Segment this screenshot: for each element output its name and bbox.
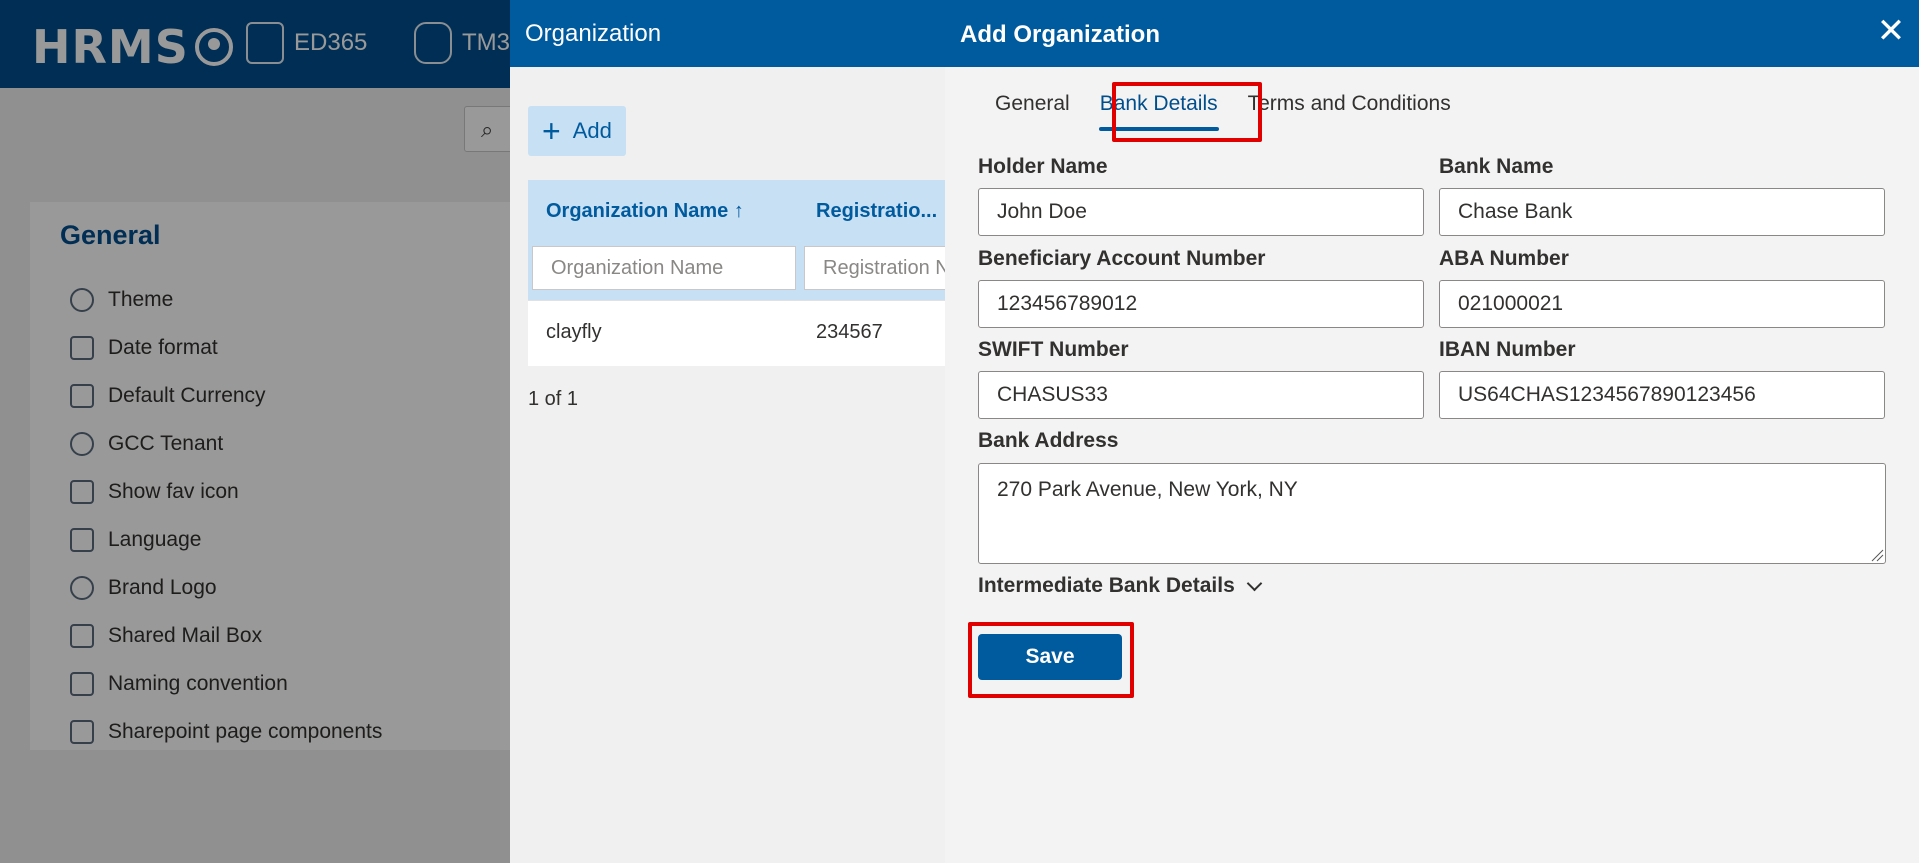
tab-general[interactable]: General <box>980 82 1085 140</box>
plus-icon: + <box>542 113 561 149</box>
aba-number-label: ABA Number <box>1439 247 1569 270</box>
organization-table: Organization Name ↑ Registratio... Organ… <box>528 180 946 366</box>
organization-name-filter-input[interactable]: Organization Name <box>532 246 796 290</box>
tab-list: General Bank Details Terms and Condition… <box>980 82 1466 142</box>
aba-number-input[interactable] <box>1439 280 1885 328</box>
table-row[interactable]: clayfly 234567 <box>528 300 946 366</box>
highlight-box-tab <box>1112 82 1262 142</box>
add-organization-header: Add Organization ✕ <box>945 0 1919 67</box>
holder-name-input[interactable] <box>978 188 1424 236</box>
chevron-down-icon <box>1246 575 1263 591</box>
organization-panel-header: Organization <box>510 0 946 67</box>
tab-terms-and-conditions[interactable]: Terms and Conditions <box>1233 82 1466 140</box>
iban-number-input[interactable] <box>1439 371 1885 419</box>
close-icon[interactable]: ✕ <box>1873 14 1909 50</box>
beneficiary-account-number-label: Beneficiary Account Number <box>978 247 1266 270</box>
registration-filter-input[interactable]: Registration N <box>804 246 946 290</box>
column-header-registration[interactable]: Registratio... <box>816 200 937 223</box>
swift-number-label: SWIFT Number <box>978 338 1129 361</box>
save-button[interactable]: Save <box>978 634 1122 680</box>
cell-registration: 234567 <box>816 321 883 343</box>
intermediate-bank-details-label: Intermediate Bank Details <box>978 574 1235 597</box>
column-header-organization-name[interactable]: Organization Name ↑ <box>546 200 744 223</box>
swift-number-input[interactable] <box>978 371 1424 419</box>
bank-address-label: Bank Address <box>978 429 1119 452</box>
beneficiary-account-number-input[interactable] <box>978 280 1424 328</box>
intermediate-bank-details-toggle[interactable]: Intermediate Bank Details <box>978 574 1263 598</box>
holder-name-label: Holder Name <box>978 155 1108 178</box>
organization-panel-title: Organization <box>525 20 662 47</box>
bank-name-input[interactable] <box>1439 188 1885 236</box>
pager-text: 1 of 1 <box>528 388 579 410</box>
add-organization-button[interactable]: + Add <box>528 106 626 156</box>
table-header: Organization Name ↑ Registratio... Organ… <box>528 180 946 300</box>
add-label: Add <box>572 118 612 143</box>
cell-organization-name: clayfly <box>546 321 602 343</box>
resize-grip-icon[interactable] <box>1870 548 1884 562</box>
bank-address-textarea[interactable]: 270 Park Avenue, New York, NY <box>978 463 1886 564</box>
bank-name-label: Bank Name <box>1439 155 1554 178</box>
add-organization-panel: Add Organization ✕ General Bank Details … <box>945 0 1919 863</box>
iban-number-label: IBAN Number <box>1439 338 1576 361</box>
organization-panel: Organization + Add Organization Name ↑ R… <box>510 0 946 863</box>
add-organization-title: Add Organization <box>960 21 1160 48</box>
